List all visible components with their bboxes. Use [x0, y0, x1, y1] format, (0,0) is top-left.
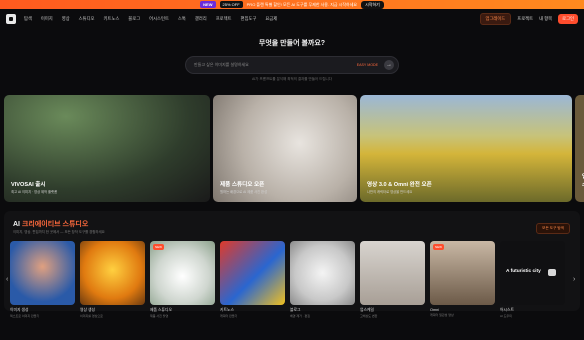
tool-card[interactable]: A futuristic city 어시스트 AI 도우미: [500, 241, 565, 318]
nav-item-assistant[interactable]: 어시스턴트: [149, 16, 169, 22]
tool-name: 업스케일: [360, 308, 374, 312]
nav-menu: 탐색 이미지 영상 스튜디오 키트노스 블로그 어시스턴트 스톡 갤러리 프로젝…: [24, 16, 277, 22]
nav-item-video[interactable]: 영상: [62, 16, 70, 22]
feature-card[interactable]: 제품 스튜디오 오픈 원하는 배경으로 AI 제품 사진 완성: [213, 95, 357, 202]
nav-item-project[interactable]: 프로젝트: [216, 16, 232, 22]
prompt-input[interactable]: 만들고 싶은 이미지를 설명하세요: [194, 62, 249, 68]
tool-thumbnail: [10, 241, 75, 305]
top-nav: 탐색 이미지 영상 스튜디오 키트노스 블로그 어시스턴트 스톡 갤러리 프로젝…: [0, 9, 584, 29]
tool-desc: 제품 사진 촬영: [150, 314, 169, 318]
new-badge: NEW: [433, 244, 444, 250]
tool-name: 영상 생성: [80, 308, 96, 312]
easy-mode-toggle[interactable]: EASY MODE: [357, 63, 378, 67]
feature-card-title: 제품 스튜디오 오픈: [220, 182, 265, 188]
promo-banner[interactable]: NEW 25% OFF PRO 플랜 특별 할인! 모든 AI 도구를 무제한 …: [0, 0, 584, 9]
feature-card-title: 영상 3.0 & Omni 완전 오픈: [367, 182, 432, 188]
nav-item-edit[interactable]: 편집도구: [241, 16, 257, 22]
tool-thumbnail: [80, 241, 145, 305]
tool-card[interactable]: 업스케일 고해상도 변환: [360, 241, 425, 318]
studio-title-prefix: AI: [13, 221, 20, 228]
tool-thumbnail: [360, 241, 425, 305]
promo-cta-button[interactable]: 시작하기: [361, 0, 384, 9]
nav-item-image[interactable]: 이미지: [41, 16, 53, 22]
tool-name: 어시스트: [500, 308, 514, 312]
tool-card[interactable]: 키트노스 캐릭터 만들기: [220, 241, 285, 318]
promo-new-badge: NEW: [200, 1, 216, 8]
logo-icon[interactable]: [6, 14, 16, 24]
tool-card[interactable]: NEW 제품 스튜디오 제품 사진 촬영: [150, 241, 215, 318]
tool-thumbnail: NEW: [430, 241, 495, 305]
tool-card[interactable]: 블로그 배경 제거 · 편집: [290, 241, 355, 318]
tool-card[interactable]: 이미지 생성 텍스트로 이미지 만들기: [10, 241, 75, 318]
new-badge: NEW: [153, 244, 164, 250]
projects-button[interactable]: 프로젝트: [517, 16, 533, 22]
studio-title-accent: 크리에이티브 스튜디오: [21, 221, 89, 228]
tool-thumbnail: [290, 241, 355, 305]
tool-desc: 이미지를 영상으로: [80, 314, 103, 318]
nav-item-gallery[interactable]: 갤러리: [195, 16, 207, 22]
tool-card[interactable]: 영상 생성 이미지를 영상으로: [80, 241, 145, 318]
tool-thumbnail: NEW: [150, 241, 215, 305]
promo-text: PRO 플랜 특별 할인! 모든 AI 도구를 무제한 사용. 지금 시작하세요: [246, 1, 358, 7]
nav-item-pricing[interactable]: 요금제: [265, 16, 277, 22]
tool-desc: 고해상도 변환: [360, 314, 378, 318]
login-button[interactable]: 로그인: [558, 14, 578, 24]
studio-title: AI 크리에이티브 스튜디오: [13, 219, 88, 229]
assist-preview-text: A futuristic city: [506, 269, 541, 274]
tool-thumbnail: [220, 241, 285, 305]
tool-name: 제품 스튜디오: [150, 308, 173, 312]
feature-carousel: VIVOSAI 출시 최고 AI 이미지 · 영상 제작 플랫폼 제품 스튜디오…: [4, 95, 584, 202]
feature-card-sub: 원하는 배경으로 AI 제품 사진 완성: [220, 190, 268, 194]
tool-desc: 캐릭터 만들기: [220, 314, 238, 318]
nav-item-blog[interactable]: 블로그: [128, 16, 140, 22]
feature-card-sub: 나만의 캐릭터로 영상을 만드세요: [367, 190, 413, 194]
send-icon[interactable]: →: [384, 60, 394, 70]
hero-title: 무엇을 만들어 볼까요?: [258, 40, 326, 47]
studio-desc: 이미지, 영상, 편집까지 한 곳에서 — 모든 창작 도구를 경험하세요: [13, 230, 105, 234]
chevron-right-icon[interactable]: ›: [573, 276, 575, 283]
prompt-search-bar[interactable]: 만들고 싶은 이미지를 설명하세요 EASY MODE →: [185, 56, 399, 74]
nav-item-stock[interactable]: 스톡: [178, 16, 186, 22]
chevron-left-icon[interactable]: ‹: [6, 276, 8, 283]
tool-desc: AI 도우미: [500, 314, 512, 318]
feature-card[interactable]: VIVOSAI 출시 최고 AI 이미지 · 영상 제작 플랫폼: [4, 95, 210, 202]
prompt-hint: AI가 프롬프트를 분석해 최적의 결과를 만들어 드립니다: [252, 77, 332, 81]
feature-card-sub: 최고 AI 이미지 · 영상 제작 플랫폼: [11, 190, 58, 194]
nav-item-studio[interactable]: 스튜디오: [79, 16, 95, 22]
hero: 무엇을 만들어 볼까요?: [0, 38, 584, 48]
tool-name: 키트노스: [220, 308, 234, 312]
nav-item-explore[interactable]: 탐색: [24, 16, 32, 22]
nav-right: 업그레이드 프로젝트 내 항목 로그인: [479, 13, 578, 25]
nav-item-kitnos[interactable]: 키트노스: [103, 16, 119, 22]
all-tools-button[interactable]: 모든 도구 탐색: [536, 223, 570, 234]
cursor-icon: [548, 269, 556, 276]
tool-name: 블로그: [290, 308, 301, 312]
tool-desc: 배경 제거 · 편집: [290, 314, 311, 318]
tool-list: 이미지 생성 텍스트로 이미지 만들기 영상 생성 이미지를 영상으로 NEW …: [10, 241, 565, 318]
tool-name: 이미지 생성: [10, 308, 29, 312]
feature-card-title: VIVOSAI 출시: [11, 182, 46, 188]
tool-card[interactable]: NEW Omni 캐릭터 일관성 영상: [430, 241, 495, 318]
promo-discount: 25% OFF: [219, 1, 243, 8]
tool-desc: 텍스트로 이미지 만들기: [10, 314, 40, 318]
my-items-button[interactable]: 내 항목: [539, 16, 552, 22]
feature-card[interactable]: 업스: [575, 95, 584, 202]
feature-card[interactable]: 영상 3.0 & Omni 완전 오픈 나만의 캐릭터로 영상을 만드세요: [360, 95, 572, 202]
tool-desc: 캐릭터 일관성 영상: [430, 313, 454, 317]
upgrade-button[interactable]: 업그레이드: [479, 13, 512, 25]
tool-name: Omni: [430, 308, 440, 312]
tool-thumbnail: A futuristic city: [500, 241, 565, 305]
